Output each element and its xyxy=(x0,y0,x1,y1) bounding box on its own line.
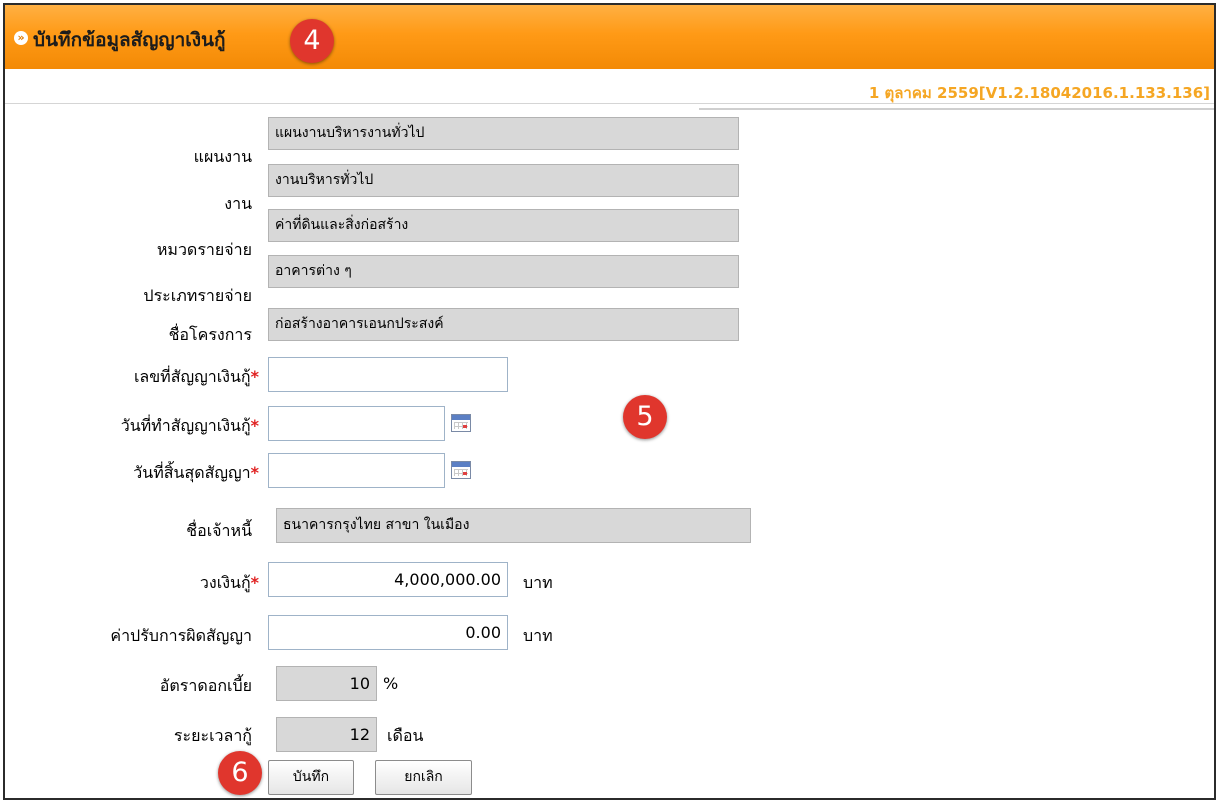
interest-rate-field: 10 xyxy=(276,666,377,701)
plan-field: แผนงานบริหารงานทั่วไป xyxy=(268,117,739,150)
expense-category-field: ค่าที่ดินและสิ่งก่อสร้าง xyxy=(268,209,739,242)
interest-rate-unit: % xyxy=(383,674,399,693)
penalty-label: ค่าปรับการผิดสัญญา xyxy=(110,626,252,645)
divider xyxy=(5,103,1214,104)
job-label: งาน xyxy=(224,194,252,213)
contract-no-label-text: เลขที่สัญญาเงินกู้ xyxy=(133,367,251,386)
calendar-icon[interactable] xyxy=(451,461,471,479)
penalty-unit: บาท xyxy=(523,626,553,645)
circle-double-arrow-icon: » xyxy=(14,31,28,45)
version-text: 1 ตุลาคม 2559[V1.2.18042016.1.133.136] xyxy=(868,84,1210,102)
end-date-input[interactable] xyxy=(268,453,445,488)
loan-amount-unit: บาท xyxy=(523,573,553,592)
divider xyxy=(699,108,1214,110)
expense-type-field: อาคารต่าง ๆ xyxy=(268,255,739,288)
loan-period-label: ระยะเวลากู้ xyxy=(173,726,252,745)
project-name-field: ก่อสร้างอาคารเอนกประสงค์ xyxy=(268,308,739,341)
contract-date-label-text: วันที่ทำสัญญาเงินกู้ xyxy=(120,416,251,435)
plan-label: แผนงาน xyxy=(193,147,252,166)
required-marker: * xyxy=(250,463,259,482)
title-bar: » บันทึกข้อมูลสัญญาเงินกู้ xyxy=(5,5,1214,69)
job-field: งานบริหารทั่วไป xyxy=(268,164,739,197)
expense-type-label: ประเภทรายจ่าย xyxy=(143,286,252,305)
step-badge-6: 6 xyxy=(218,751,262,795)
contract-no-label: เลขที่สัญญาเงินกู้* xyxy=(134,365,259,390)
contract-date-input[interactable] xyxy=(268,406,445,441)
save-button[interactable]: บันทึก xyxy=(268,760,354,795)
required-marker: * xyxy=(250,367,259,386)
required-marker: * xyxy=(250,573,259,592)
step-badge-5: 5 xyxy=(623,395,667,439)
calendar-icon[interactable] xyxy=(451,414,471,432)
contract-date-label: วันที่ทำสัญญาเงินกู้* xyxy=(121,414,259,439)
loan-amount-label-text: วงเงินกู้ xyxy=(199,573,251,592)
contract-no-input[interactable] xyxy=(268,357,508,392)
cancel-button[interactable]: ยกเลิก xyxy=(375,760,472,795)
creditor-field: ธนาคารกรุงไทย สาขา ในเมือง xyxy=(276,508,751,543)
end-date-label-text: วันที่สิ้นสุดสัญญา xyxy=(133,463,251,482)
loan-amount-label: วงเงินกู้* xyxy=(200,571,259,596)
penalty-input[interactable]: 0.00 xyxy=(268,615,508,650)
expense-category-label: หมวดรายจ่าย xyxy=(156,240,252,259)
end-date-label: วันที่สิ้นสุดสัญญา* xyxy=(133,461,259,486)
loan-period-unit: เดือน xyxy=(387,726,424,745)
required-marker: * xyxy=(250,416,259,435)
project-name-label: ชื่อโครงการ xyxy=(168,325,252,344)
interest-rate-label: อัตราดอกเบี้ย xyxy=(159,676,252,695)
loan-contract-window: » บันทึกข้อมูลสัญญาเงินกู้ 4 1 ตุลาคม 25… xyxy=(3,3,1216,800)
page-title: บันทึกข้อมูลสัญญาเงินกู้ xyxy=(33,29,226,51)
loan-period-field: 12 xyxy=(276,717,377,752)
creditor-label: ชื่อเจ้าหนี้ xyxy=(186,521,252,540)
step-badge-4: 4 xyxy=(290,19,334,63)
loan-amount-input[interactable]: 4,000,000.00 xyxy=(268,562,508,597)
